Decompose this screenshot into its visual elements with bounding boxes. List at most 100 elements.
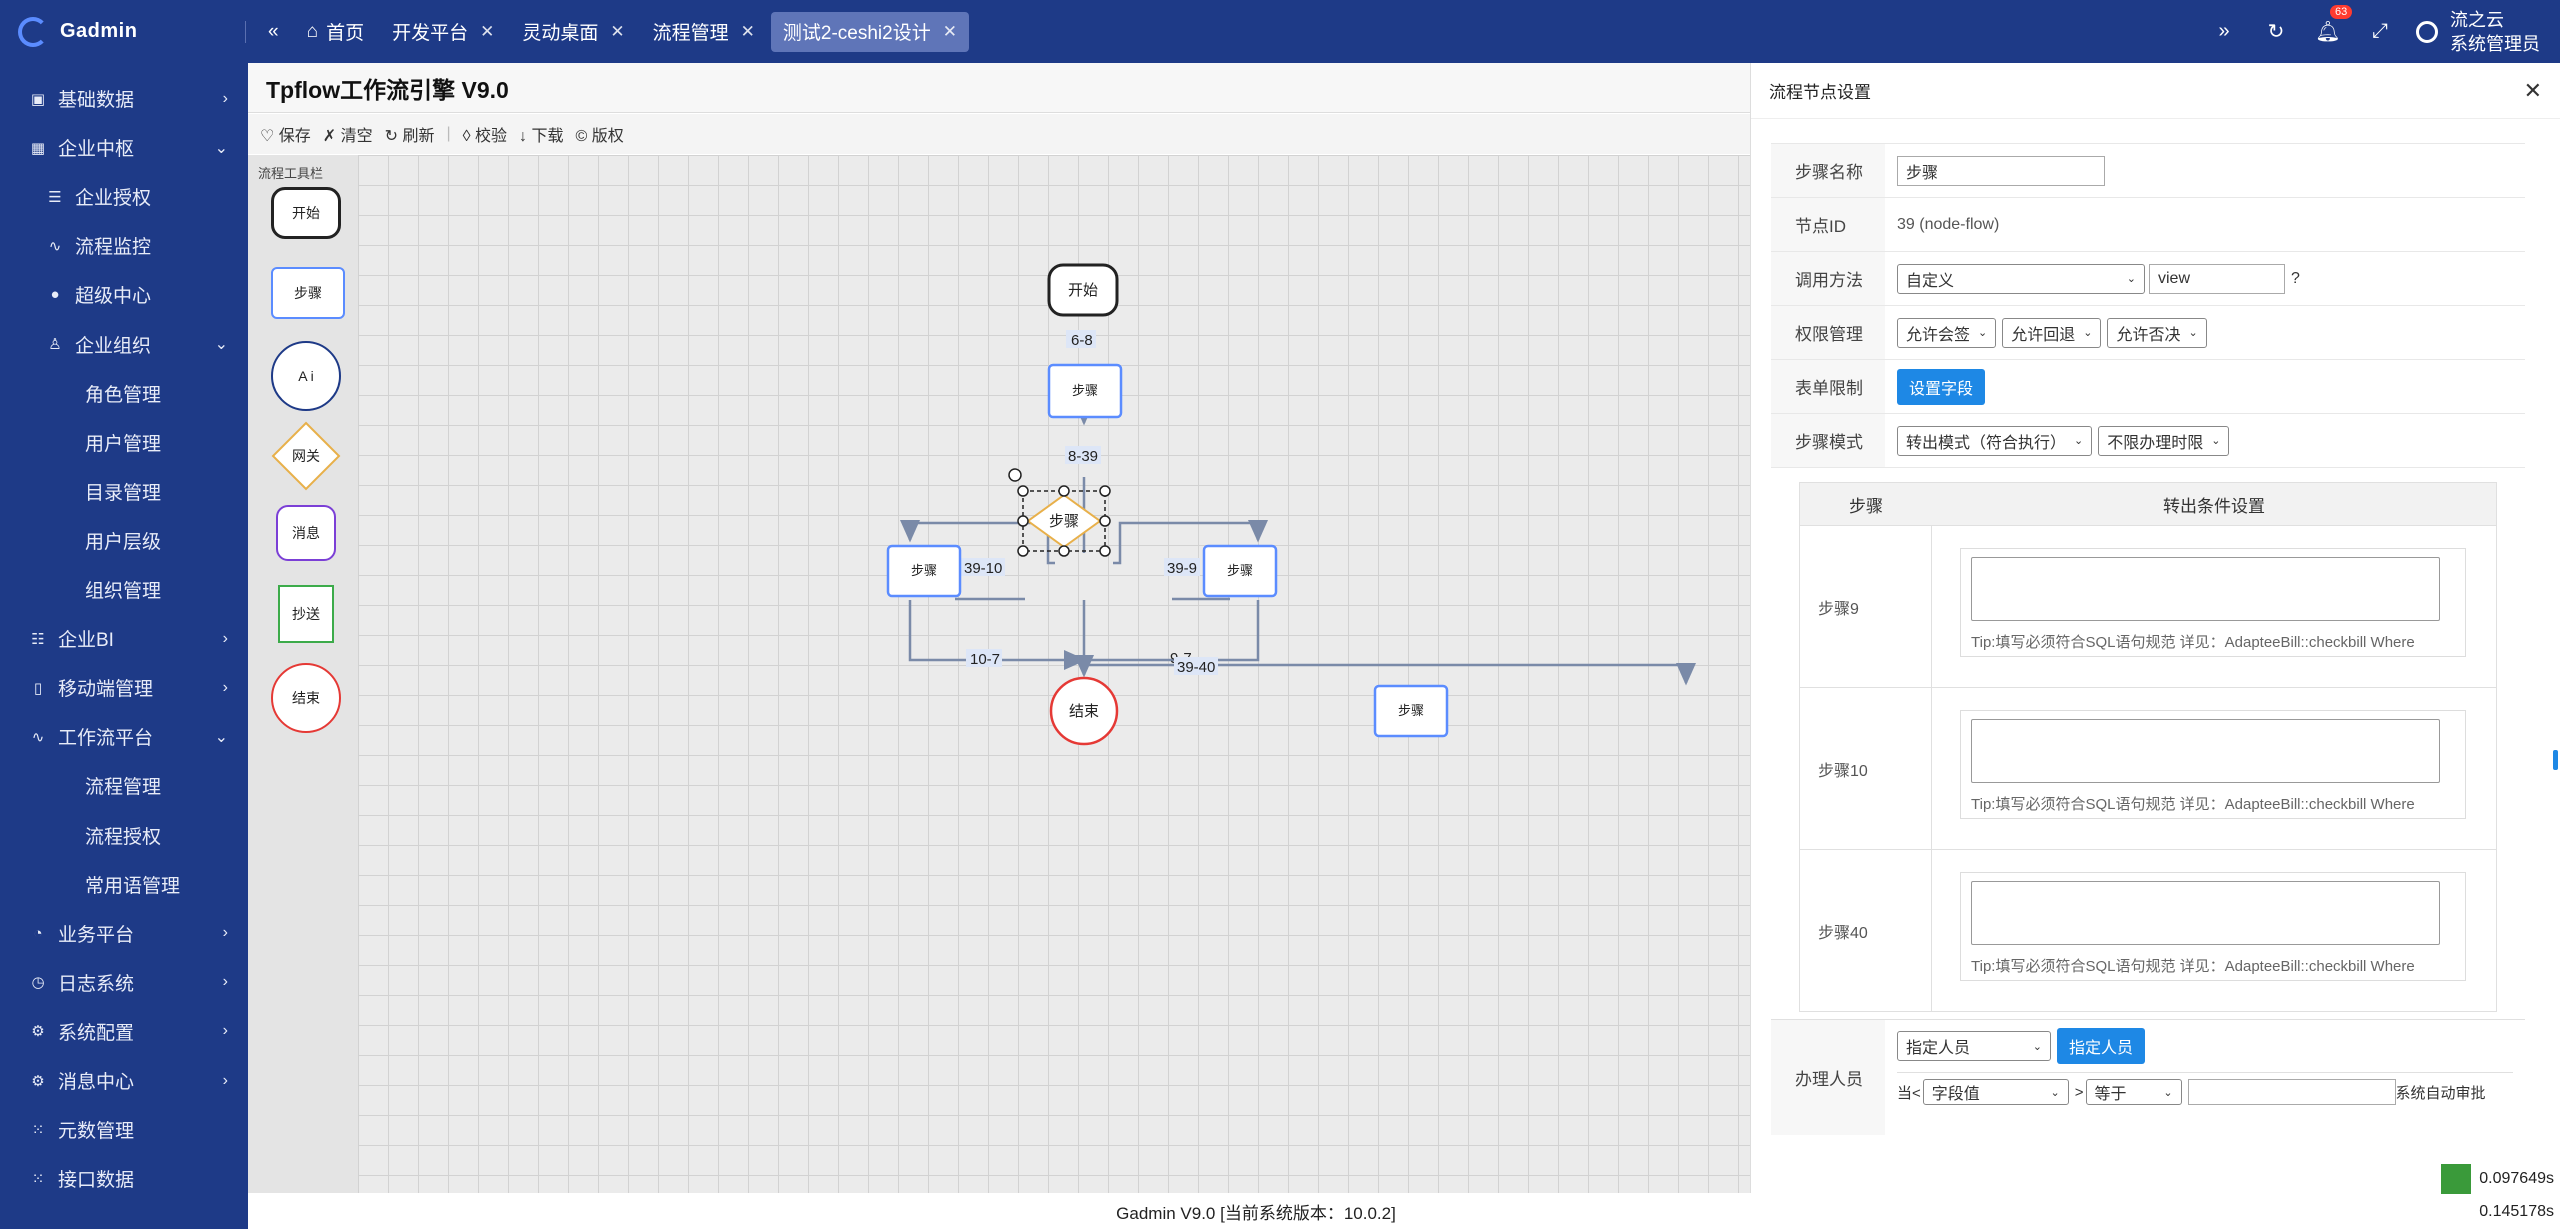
palette-step-node[interactable]: 步骤	[271, 267, 345, 319]
condition-step-name: 步骤9	[1800, 526, 1932, 687]
condition-textarea[interactable]	[1971, 557, 2440, 621]
sidebar-item-label: 流程监控	[75, 237, 152, 259]
resize-handle[interactable]	[1058, 545, 1070, 557]
sidebar-item[interactable]: ♙ 企业组织 ⌄	[0, 320, 248, 369]
operator-select[interactable]: 等于 ⌄	[2085, 1079, 2182, 1105]
designer-title: Tpflow工作流引擎 V9.0	[248, 63, 1750, 113]
resize-handle[interactable]	[1099, 545, 1111, 557]
field-select[interactable]: 字段值 ⌄	[1922, 1079, 2069, 1105]
condition-textarea[interactable]	[1971, 719, 2440, 783]
sidebar-item-label: 基础数据	[58, 90, 135, 111]
close-icon[interactable]: ✕	[741, 22, 755, 42]
node-form: 步骤名称 步骤 节点ID 39 (node-flow) 调用方法 自定义 ⌄ vi…	[1771, 143, 2525, 1012]
collapse-sidebar-button[interactable]: «	[256, 12, 291, 52]
edge-label[interactable]: 39-40	[1177, 659, 1215, 676]
sidebar-item[interactable]: ∿ 流程监控	[0, 221, 248, 270]
close-icon[interactable]: ✕	[2524, 78, 2542, 104]
tab-flow-manage[interactable]: 流程管理 ✕	[641, 12, 767, 52]
palette-ai-node[interactable]: A i	[271, 341, 341, 411]
edge-label[interactable]: 6-8	[1071, 332, 1093, 349]
sidebar-item-label: 移动端管理	[58, 679, 154, 701]
sidebar-item[interactable]: ▦ 企业中枢 ⌄	[0, 123, 248, 172]
tab-dev-platform[interactable]: 开发平台 ✕	[380, 12, 506, 52]
edge-label[interactable]: 10-7	[970, 651, 1000, 668]
sidebar-item[interactable]: ⚙ 消息中心 ›	[0, 1056, 248, 1105]
edge-label[interactable]: 39-9	[1167, 560, 1197, 577]
notification-button[interactable]: 🔔︎ 63	[2302, 5, 2354, 44]
sidebar-item[interactable]: ▣ 基础数据 ›	[0, 74, 248, 123]
sidebar-item[interactable]: 目录管理	[0, 467, 248, 516]
app-logo[interactable]: Gadmin	[18, 0, 137, 63]
chevron-icon: ›	[222, 973, 228, 991]
condition-textarea[interactable]	[1971, 881, 2440, 945]
sidebar-item[interactable]: 用户层级	[0, 516, 248, 565]
call-method-input[interactable]: view	[2149, 263, 2285, 294]
flow-canvas[interactable]: 6-8 8-39 39-10 39-9 10-7 9-7 39-40 开始 步骤	[358, 155, 1750, 1193]
panel-scrollbar[interactable]	[2553, 750, 2558, 770]
sidebar-item[interactable]: 角色管理	[0, 369, 248, 418]
fullscreen-button[interactable]: ⤢	[2354, 20, 2406, 43]
sidebar-item[interactable]: ⁙ 元数管理	[0, 1105, 248, 1154]
user-menu[interactable]: 流之云 系统管理员	[2416, 8, 2540, 56]
handler-select[interactable]: 指定人员 ⌄	[1897, 1031, 2051, 1061]
toolbar-divider: |	[446, 125, 451, 142]
sidebar-item[interactable]: ● 超级中心	[0, 270, 248, 319]
clear-button[interactable]: ✗ 清空	[323, 122, 373, 146]
sidebar-item[interactable]: ⚙ 系统配置 ›	[0, 1007, 248, 1056]
close-icon[interactable]: ✕	[943, 22, 957, 42]
close-icon[interactable]: ✕	[480, 22, 494, 42]
rollback-select[interactable]: 允许回退 ⌄	[2002, 317, 2102, 348]
resize-handle[interactable]	[1099, 485, 1111, 497]
close-icon[interactable]: ✕	[610, 22, 624, 42]
download-button[interactable]: ↓ 下载	[519, 122, 563, 146]
sidebar-item[interactable]: 组织管理	[0, 565, 248, 614]
palette-gateway-node[interactable]: 网关	[271, 421, 341, 491]
palette-cc-node[interactable]: 抄送	[278, 585, 334, 643]
tab-flow-design[interactable]: 测试2-ceshi2设计 ✕	[770, 11, 969, 52]
sidebar-item[interactable]: 流程授权	[0, 811, 248, 860]
sidebar-item[interactable]: ⁙ 接口数据	[0, 1154, 248, 1203]
step-name-input[interactable]: 步骤	[1897, 155, 2105, 186]
assign-handler-button[interactable]: 指定人员	[2057, 1028, 2146, 1064]
sidebar-item[interactable]: ☰ 企业授权	[0, 172, 248, 221]
rotate-handle[interactable]	[1008, 468, 1022, 482]
sidebar-item[interactable]: ▯ 移动端管理 ›	[0, 663, 248, 712]
sidebar-item[interactable]: ☷ 企业BI ›	[0, 614, 248, 663]
step-mode-select[interactable]: 转出模式（符合执行） ⌄	[1897, 425, 2093, 456]
resize-handle[interactable]	[1017, 515, 1029, 527]
time-limit-select[interactable]: 不限办理时限 ⌄	[2098, 425, 2230, 456]
countersign-select[interactable]: 允许会签 ⌄	[1897, 317, 1997, 348]
edge-label[interactable]: 39-10	[964, 560, 1002, 577]
tab-home[interactable]: ⌂ 首页	[295, 12, 377, 52]
sidebar-item[interactable]: ∿ 工作流平台 ⌄	[0, 712, 248, 761]
save-button[interactable]: ♡ 保存	[260, 122, 311, 146]
set-fields-button[interactable]: 设置字段	[1897, 368, 1986, 405]
user-icon: ♙	[48, 336, 62, 353]
gear-icon: ⚙	[31, 1072, 45, 1090]
sidebar-item[interactable]: ◔ 业务平台 ›	[0, 909, 248, 958]
help-icon[interactable]: ?	[2291, 270, 2300, 288]
refresh-button[interactable]: ↻	[2250, 19, 2302, 44]
resize-handle[interactable]	[1017, 545, 1029, 557]
more-tabs-button[interactable]: »	[2198, 20, 2250, 43]
sidebar-item[interactable]: 流程管理	[0, 761, 248, 810]
sidebar-item[interactable]: 常用语管理	[0, 860, 248, 909]
validate-button[interactable]: ◊ 校验	[463, 122, 507, 146]
tab-label: 首页	[326, 23, 365, 44]
palette-message-node[interactable]: 消息	[276, 505, 336, 561]
resize-handle[interactable]	[1099, 515, 1111, 527]
edge-label[interactable]: 8-39	[1068, 448, 1098, 465]
refresh-canvas-button[interactable]: ↻ 刷新	[385, 122, 435, 146]
condition-value-input[interactable]	[2187, 1079, 2396, 1105]
palette-start-node[interactable]: 开始	[271, 187, 341, 239]
sidebar-item[interactable]: 用户管理	[0, 418, 248, 467]
chevron-icon: ›	[222, 629, 228, 647]
sidebar-item[interactable]: ◷ 日志系统 ›	[0, 958, 248, 1007]
veto-select[interactable]: 允许否决 ⌄	[2107, 317, 2207, 348]
palette-end-node[interactable]: 结束	[271, 663, 341, 733]
copyright-button[interactable]: © 版权	[575, 122, 623, 146]
resize-handle[interactable]	[1017, 485, 1029, 497]
call-method-select[interactable]: 自定义 ⌄	[1897, 263, 2145, 294]
resize-handle[interactable]	[1058, 485, 1070, 497]
tab-desktop[interactable]: 灵动桌面 ✕	[510, 12, 636, 52]
